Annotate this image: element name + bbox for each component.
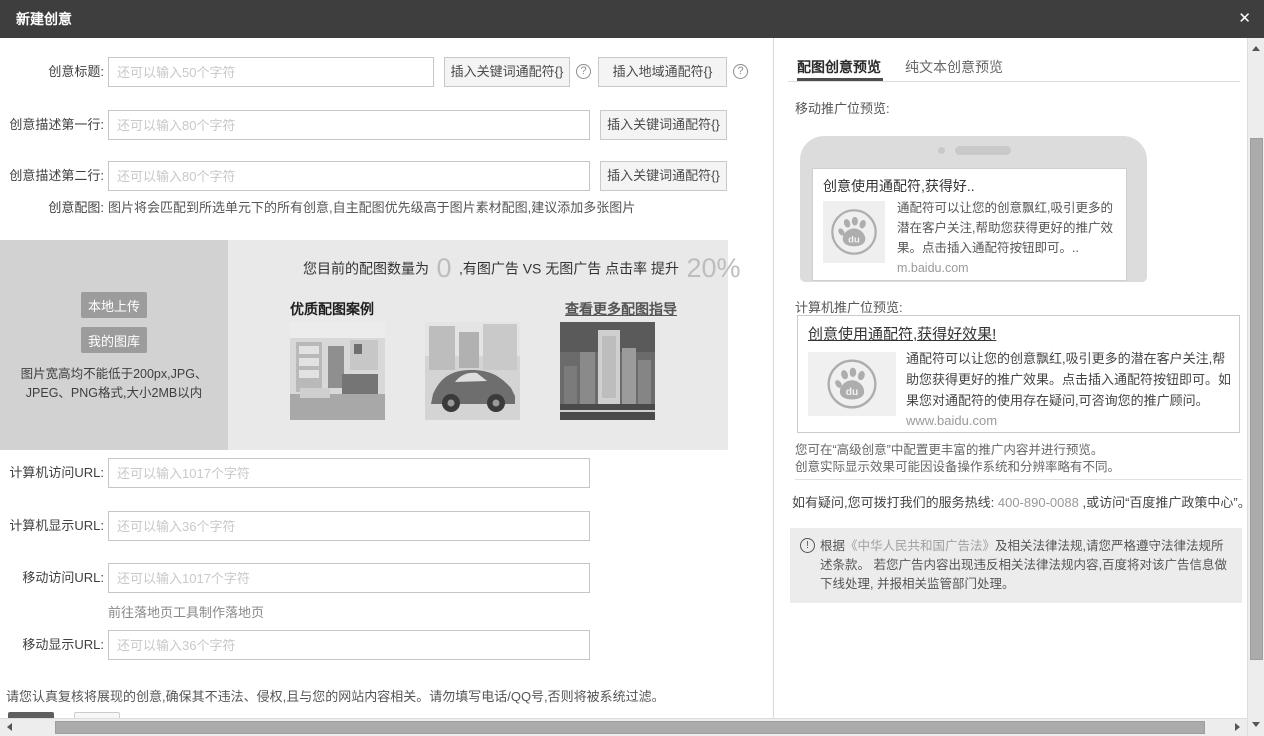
- pane-divider: [773, 38, 774, 718]
- section-divider: [795, 479, 1242, 480]
- pc-ad-title: 创意使用通配符,获得好效果!: [808, 323, 996, 344]
- scroll-up-icon[interactable]: [1252, 46, 1260, 51]
- tab-text-preview[interactable]: 纯文本创意预览: [905, 57, 1003, 77]
- baidu-paw-icon: du: [808, 352, 896, 416]
- insert-keyword-wildcard-button[interactable]: 插入关键词通配符{}: [600, 110, 727, 140]
- legal-prefix: 根据: [820, 539, 845, 553]
- desc-line2-label: 创意描述第二行:: [0, 161, 104, 191]
- svg-text:du: du: [846, 387, 859, 398]
- new-creative-dialog: 新建创意 ✕ 创意标题: 插入关键词通配符{} ? 插入地域通配符{} ? 创意…: [0, 0, 1264, 736]
- desc-line1-label: 创意描述第一行:: [0, 110, 104, 140]
- pc-ad-url: www.baidu.com: [906, 413, 997, 428]
- mobile-ad-desc: 通配符可以让您的创意飘红,吸引更多的潜在客户关注,帮助您获得更好的推广效果。点击…: [897, 201, 1113, 255]
- image-count-line: 您目前的配图数量为 0 ,有图广告 VS 无图广告 点击率 提升 20%: [303, 253, 744, 284]
- pc-ad-desc: 通配符可以让您的创意飘红,吸引更多的潜在客户关注,帮助您获得更好的推广效果。点击…: [906, 348, 1233, 411]
- svg-text:du: du: [848, 234, 860, 245]
- pc-slot-label: 计算机推广位预览:: [795, 297, 903, 316]
- dialog-titlebar: 新建创意 ✕: [0, 0, 1264, 38]
- help-icon[interactable]: ?: [733, 64, 748, 79]
- scroll-left-icon[interactable]: [7, 723, 12, 731]
- scroll-right-icon[interactable]: [1235, 723, 1240, 731]
- creative-image-panel: 本地上传 我的图库 图片宽高均不能低于200px,JPG、JPEG、PNG格式,…: [0, 240, 728, 450]
- help-icon[interactable]: ?: [576, 64, 591, 79]
- pc-display-url-label: 计算机显示URL:: [0, 511, 104, 541]
- sample-image-city: [560, 322, 655, 420]
- vertical-scrollbar[interactable]: [1247, 38, 1264, 736]
- sample-image-interior: [290, 322, 385, 420]
- scroll-down-icon[interactable]: [1252, 722, 1260, 727]
- mobile-display-url-input[interactable]: [108, 630, 590, 660]
- count-prefix: 您目前的配图数量为: [303, 261, 429, 277]
- sample-image-car: [425, 322, 520, 420]
- pc-access-url-label: 计算机访问URL:: [0, 458, 104, 488]
- my-gallery-button[interactable]: 我的图库: [81, 327, 147, 353]
- image-count-value: 0: [433, 253, 454, 283]
- desc-line2-input[interactable]: [108, 161, 590, 191]
- phone-speaker-bar: [955, 146, 1011, 155]
- phone-mockup: 创意使用通配符,获得好.. du 通配符可以让您的创意飘红,吸引更多的潜在客户关…: [800, 136, 1147, 282]
- insert-keyword-wildcard-button[interactable]: 插入关键词通配符{}: [600, 161, 727, 191]
- horizontal-scrollbar-thumb[interactable]: [55, 721, 1205, 734]
- mobile-access-url-label: 移动访问URL:: [0, 563, 104, 593]
- mobile-ad-url: m.baidu.com: [897, 261, 969, 275]
- more-guide-link[interactable]: 查看更多配图指导: [565, 299, 677, 319]
- creative-title-label: 创意标题:: [0, 57, 104, 87]
- pc-display-url-input[interactable]: [108, 511, 590, 541]
- advertising-law-link[interactable]: 《中华人民共和国广告法》: [845, 539, 995, 553]
- insert-keyword-wildcard-button[interactable]: 插入关键词通配符{}: [444, 57, 570, 87]
- quality-cases-title: 优质配图案例: [290, 299, 374, 319]
- pc-ad-card: 创意使用通配符,获得好效果! du 通配符可以让您的创意飘红,吸引更多的潜在客户…: [797, 315, 1240, 433]
- desc-line1-input[interactable]: [108, 110, 590, 140]
- tab-image-preview[interactable]: 配图创意预览: [797, 57, 881, 77]
- legal-notice-box: ! 根据《中华人民共和国广告法》及相关法律法规,请您严格遵守法律法规所述条款。 …: [790, 528, 1242, 603]
- hotline-prefix: 如有疑问,您可拨打我们的服务热线:: [792, 495, 994, 510]
- legal-text: 根据《中华人民共和国广告法》及相关法律法规,请您严格遵守法律法规所述条款。 若您…: [820, 537, 1232, 594]
- creative-image-hint: 图片将会匹配到所选单元下的所有创意,自主配图优先级高于图片素材配图,建议添加多张…: [108, 198, 635, 218]
- mobile-ad-card: 创意使用通配符,获得好.. du 通配符可以让您的创意飘红,吸引更多的潜在客户关…: [812, 168, 1127, 281]
- tab-bottom-border: [788, 81, 1240, 82]
- hotline-line: 如有疑问,您可拨打我们的服务热线: 400-890-0088 ,或访问“百度推广…: [792, 492, 1251, 511]
- creative-title-input[interactable]: [108, 57, 434, 87]
- device-display-note: 创意实际显示效果可能因设备操作系统和分辨率略有不同。: [795, 456, 1120, 475]
- pc-access-url-input[interactable]: [108, 458, 590, 488]
- landing-page-tool-link[interactable]: 前往落地页工具制作落地页: [108, 602, 264, 621]
- vertical-scrollbar-thumb[interactable]: [1250, 138, 1263, 660]
- info-icon: !: [800, 538, 815, 553]
- creative-image-label: 创意配图:: [0, 198, 104, 218]
- mobile-ad-desc-block: 通配符可以让您的创意飘红,吸引更多的潜在客户关注,帮助您获得更好的推广效果。点击…: [897, 198, 1121, 278]
- horizontal-scrollbar[interactable]: [0, 718, 1247, 736]
- mobile-access-url-input[interactable]: [108, 563, 590, 593]
- mobile-ad-title: 创意使用通配符,获得好..: [823, 176, 975, 196]
- upload-requirements-note: 图片宽高均不能低于200px,JPG、JPEG、PNG格式,大小2MB以内: [10, 365, 218, 403]
- mobile-slot-label: 移动推广位预览:: [795, 98, 890, 117]
- close-icon[interactable]: ✕: [1238, 10, 1251, 28]
- mobile-display-url-label: 移动显示URL:: [0, 630, 104, 660]
- baidu-paw-icon: du: [823, 201, 885, 263]
- ctr-lift-percent: 20%: [684, 253, 744, 283]
- upload-area: 本地上传 我的图库 图片宽高均不能低于200px,JPG、JPEG、PNG格式,…: [0, 240, 228, 450]
- review-note: 请您认真复核将展现的创意,确保其不违法、侵权,且与您的网站内容相关。请勿填写电话…: [6, 686, 665, 705]
- hotline-phone: 400-890-0088: [998, 495, 1079, 510]
- insert-region-wildcard-button[interactable]: 插入地域通配符{}: [598, 57, 727, 87]
- phone-speaker-dot: [938, 147, 945, 154]
- dialog-title: 新建创意: [16, 0, 72, 38]
- hotline-suffix: ,或访问“百度推广政策中心”。: [1082, 495, 1250, 510]
- count-mid: ,有图广告 VS 无图广告 点击率 提升: [459, 261, 679, 277]
- local-upload-button[interactable]: 本地上传: [81, 292, 147, 318]
